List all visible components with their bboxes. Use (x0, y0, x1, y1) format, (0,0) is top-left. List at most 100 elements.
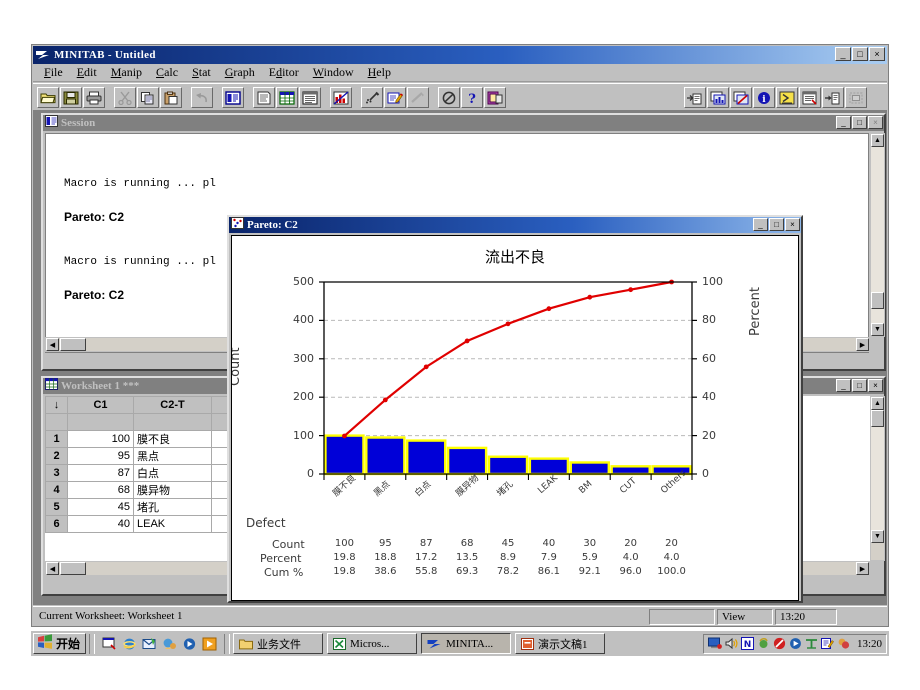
session-vscroll-thumb[interactable] (871, 292, 884, 309)
worksheet-name-c2t[interactable] (133, 413, 212, 431)
session-title-bar[interactable]: Session _ □ × (43, 115, 884, 131)
realplayer-icon[interactable] (789, 637, 802, 650)
show-desktop-icon[interactable] (102, 637, 117, 651)
tray-clock[interactable]: 13:20 (857, 638, 882, 650)
messenger-icon[interactable] (837, 637, 850, 650)
pareto-restore-button[interactable]: □ (769, 218, 784, 231)
edit-pencil-icon[interactable] (384, 87, 406, 108)
paste-icon[interactable] (160, 87, 182, 108)
menu-stat[interactable]: Stat (185, 64, 218, 81)
internet-explorer-icon[interactable] (122, 637, 137, 651)
session-window-icon[interactable] (222, 87, 244, 108)
session-scroll-down-button[interactable]: ▼ (871, 323, 884, 336)
volume-icon[interactable] (725, 637, 738, 650)
cell-c2-r3[interactable]: 白点 (133, 464, 212, 482)
project-manager-icon[interactable] (299, 87, 321, 108)
rising-icon[interactable] (757, 637, 770, 650)
pareto-minimize-button[interactable]: _ (753, 218, 768, 231)
open-folder-icon[interactable] (37, 87, 59, 108)
media-play-icon[interactable] (202, 637, 217, 651)
menu-file[interactable]: File (37, 64, 70, 81)
menu-graph[interactable]: Graph (218, 64, 262, 81)
shield-icon[interactable] (773, 637, 786, 650)
minimize-button[interactable]: _ (835, 47, 851, 61)
worksheet-vscrollbar[interactable]: ▲ ▼ (870, 396, 885, 561)
close-button[interactable]: × (869, 47, 885, 61)
cell-c1-r1[interactable]: 100 (67, 430, 134, 448)
brush-icon[interactable] (361, 87, 383, 108)
taskbar-item-3[interactable]: 演示文稿1 (515, 633, 606, 654)
goto-session-icon[interactable] (684, 87, 706, 108)
session-hscroll-thumb[interactable] (60, 338, 86, 351)
restore-button[interactable]: □ (852, 47, 868, 61)
session-scroll-right-button[interactable]: ▶ (856, 338, 869, 351)
menu-edit[interactable]: Edit (70, 64, 104, 81)
help-question-icon[interactable]: ? (461, 87, 483, 108)
monitor-icon[interactable] (707, 637, 722, 650)
worksheet-scroll-left-button[interactable]: ◀ (46, 562, 59, 575)
media-player-icon[interactable] (182, 637, 197, 651)
worksheet-icon[interactable] (276, 87, 298, 108)
cell-c1-r5[interactable]: 45 (67, 498, 134, 516)
taskbar-item-1[interactable]: Micros... (327, 633, 418, 654)
session-close-button[interactable]: × (868, 116, 883, 129)
pareto-title-bar[interactable]: Pareto: C2 _ □ × (229, 217, 801, 233)
session-vscrollbar[interactable]: ▲ ▼ (870, 133, 885, 337)
menu-calc[interactable]: Calc (149, 64, 185, 81)
new-project-icon[interactable] (484, 87, 506, 108)
taskbar-item-0[interactable]: 业务文件 (233, 633, 324, 654)
start-button[interactable]: 开始 (33, 633, 87, 654)
cell-c1-r4[interactable]: 68 (67, 481, 134, 499)
cell-c2-r1[interactable]: 膜不良 (133, 430, 212, 448)
close-graphs-icon[interactable] (730, 87, 752, 108)
input-method-icon[interactable] (805, 637, 818, 650)
cell-c2-r6[interactable]: LEAK (133, 515, 212, 533)
cell-c1-r2[interactable]: 95 (67, 447, 134, 465)
menu-window[interactable]: Window (306, 64, 361, 81)
next-command-icon[interactable] (776, 87, 798, 108)
cell-c1-r6[interactable]: 40 (67, 515, 134, 533)
session-scroll-up-button[interactable]: ▲ (871, 134, 884, 147)
graph-layout-icon[interactable] (330, 87, 352, 108)
copy-icon[interactable] (137, 87, 159, 108)
main-title-bar[interactable]: MINITAB - Untitled _ □ × (33, 46, 887, 64)
show-graphs-icon[interactable] (707, 87, 729, 108)
worksheet-scroll-up-button[interactable]: ▲ (871, 397, 884, 410)
cell-c2-r5[interactable]: 堵孔 (133, 498, 212, 516)
pareto-close-button[interactable]: × (785, 218, 800, 231)
worksheet-corner-cell[interactable]: ↓ (45, 396, 68, 414)
save-disk-icon[interactable] (60, 87, 82, 108)
worksheet-scroll-right-button[interactable]: ▶ (856, 562, 869, 575)
cancel-icon[interactable] (438, 87, 460, 108)
norton-icon[interactable]: N (740, 637, 754, 650)
menu-help[interactable]: Help (361, 64, 398, 81)
worksheet-scroll-down-button[interactable]: ▼ (871, 530, 884, 543)
worksheet-close-button[interactable]: × (868, 379, 883, 392)
netmeeting-icon[interactable] (162, 637, 177, 651)
worksheet-col-c1[interactable]: C1 (67, 396, 134, 414)
session-scroll-left-button[interactable]: ◀ (46, 338, 59, 351)
table-cum-percent-6: 92.1 (578, 566, 601, 577)
worksheet-col-c2t[interactable]: C2-T (133, 396, 212, 414)
cell-c1-r3[interactable]: 87 (67, 464, 134, 482)
print-icon[interactable] (83, 87, 105, 108)
worksheet-hscroll-thumb[interactable] (60, 562, 86, 575)
worksheet-minimize-button[interactable]: _ (836, 379, 851, 392)
cell-c2-r2[interactable]: 黑点 (133, 447, 212, 465)
session-restore-button[interactable]: □ (852, 116, 867, 129)
history-icon[interactable] (253, 87, 275, 108)
info-icon[interactable]: i (753, 87, 775, 108)
worksheet-name-c1[interactable] (67, 413, 134, 431)
pencil-tray-icon[interactable] (820, 637, 834, 650)
show-worksheets-icon[interactable] (799, 87, 821, 108)
pareto-chart[interactable]: 流出不良 Count Percent Defect 0 100 200 300 400 5… (231, 235, 799, 601)
taskbar-item-2[interactable]: MINITA... (421, 633, 512, 654)
goto-worksheet-icon[interactable] (822, 87, 844, 108)
menu-manip[interactable]: Manip (104, 64, 149, 81)
session-minimize-button[interactable]: _ (836, 116, 851, 129)
menu-editor[interactable]: Editor (262, 64, 306, 81)
outlook-express-icon[interactable] (142, 637, 157, 651)
cell-c2-r4[interactable]: 膜异物 (133, 481, 212, 499)
worksheet-vscroll-thumb[interactable] (871, 410, 884, 427)
worksheet-restore-button[interactable]: □ (852, 379, 867, 392)
